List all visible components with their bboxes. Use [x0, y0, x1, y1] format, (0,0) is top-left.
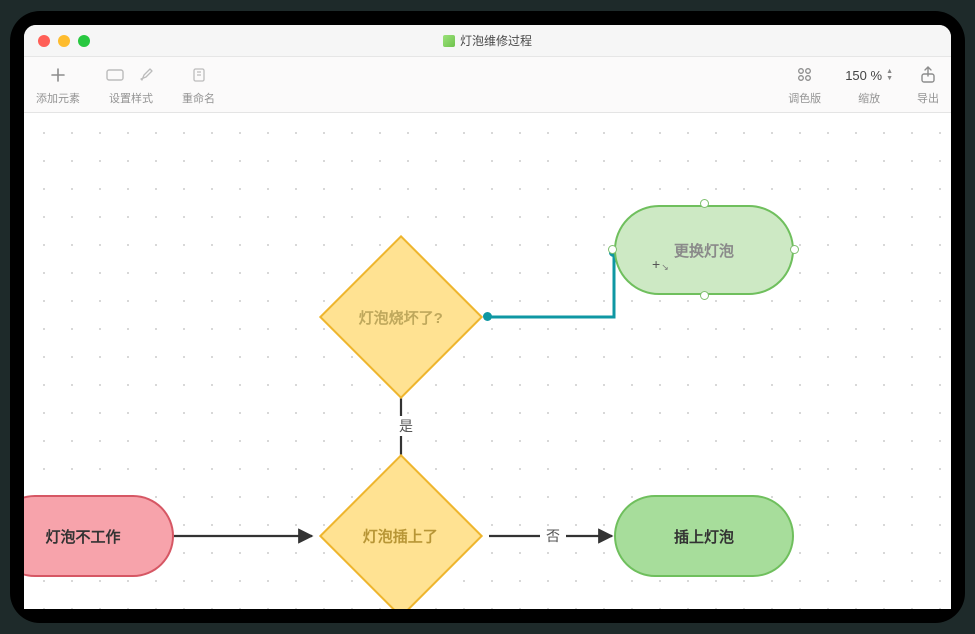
text-cursor-icon [188, 64, 210, 86]
toolbar-palette-label: 调色版 [788, 90, 821, 106]
node-plug-in-label: 插上灯泡 [674, 526, 734, 547]
minimize-window-button[interactable] [58, 35, 70, 47]
edge-burned-replace[interactable] [488, 253, 614, 317]
node-start[interactable]: 灯泡不工作 [24, 495, 174, 577]
node-replace-label: 更换灯泡 [674, 240, 734, 261]
window-title-text: 灯泡维修过程 [460, 32, 532, 49]
toolbar-export-label: 导出 [917, 90, 939, 106]
share-icon [917, 64, 939, 86]
close-window-button[interactable] [38, 35, 50, 47]
canvas[interactable]: 灯泡不工作 灯泡插上了 灯泡烧坏了? 插上灯泡 更换灯泡 [24, 113, 951, 609]
zoom-stepper[interactable]: ▲ ▼ [886, 68, 893, 82]
app-window: 灯泡维修过程 添加元素 设置样式 重命名 [24, 25, 951, 609]
toolbar-add-element-label: 添加元素 [36, 90, 80, 106]
edge-label-no[interactable]: 否 [540, 526, 566, 546]
toolbar-zoom-label: 缩放 [858, 90, 880, 106]
window-controls [38, 35, 90, 47]
document-icon [443, 35, 455, 47]
selection-handle-s[interactable] [700, 291, 709, 300]
toolbar-rename[interactable]: 重命名 [182, 63, 215, 106]
crosshair-cursor [652, 256, 668, 272]
zoom-window-button[interactable] [78, 35, 90, 47]
titlebar: 灯泡维修过程 [24, 25, 951, 57]
plus-icon [47, 64, 69, 86]
window-title: 灯泡维修过程 [24, 32, 951, 49]
toolbar-export[interactable]: 导出 [917, 63, 939, 106]
node-burned-label: 灯泡烧坏了? [359, 306, 443, 327]
connector-handle-start[interactable] [483, 312, 492, 321]
toolbar-set-style-label: 设置样式 [109, 90, 153, 106]
palette-icon [794, 64, 816, 86]
chevron-down-icon: ▼ [886, 75, 893, 82]
selection-handle-n[interactable] [700, 199, 709, 208]
selection-handle-w[interactable] [608, 245, 617, 254]
selection-handle-e[interactable] [790, 245, 799, 254]
zoom-value: 150 % [845, 68, 882, 83]
edge-label-yes[interactable]: 是 [393, 416, 419, 436]
toolbar-set-style[interactable]: 设置样式 [104, 63, 158, 106]
toolbar-rename-label: 重命名 [182, 90, 215, 106]
node-replace[interactable]: 更换灯泡 [614, 205, 794, 295]
node-plugged-label: 灯泡插上了 [363, 525, 438, 546]
toolbar-add-element[interactable]: 添加元素 [36, 63, 80, 106]
node-start-label: 灯泡不工作 [45, 526, 120, 547]
chevron-up-icon: ▲ [886, 68, 893, 75]
toolbar: 添加元素 设置样式 重命名 调色版 150 % [24, 57, 951, 113]
node-plug-in[interactable]: 插上灯泡 [614, 495, 794, 577]
device-frame: 灯泡维修过程 添加元素 设置样式 重命名 [10, 11, 965, 623]
toolbar-palette[interactable]: 调色版 [788, 63, 821, 106]
rectangle-icon [104, 64, 126, 86]
paintbrush-icon [136, 64, 158, 86]
toolbar-zoom[interactable]: 150 % ▲ ▼ 缩放 [845, 63, 893, 106]
